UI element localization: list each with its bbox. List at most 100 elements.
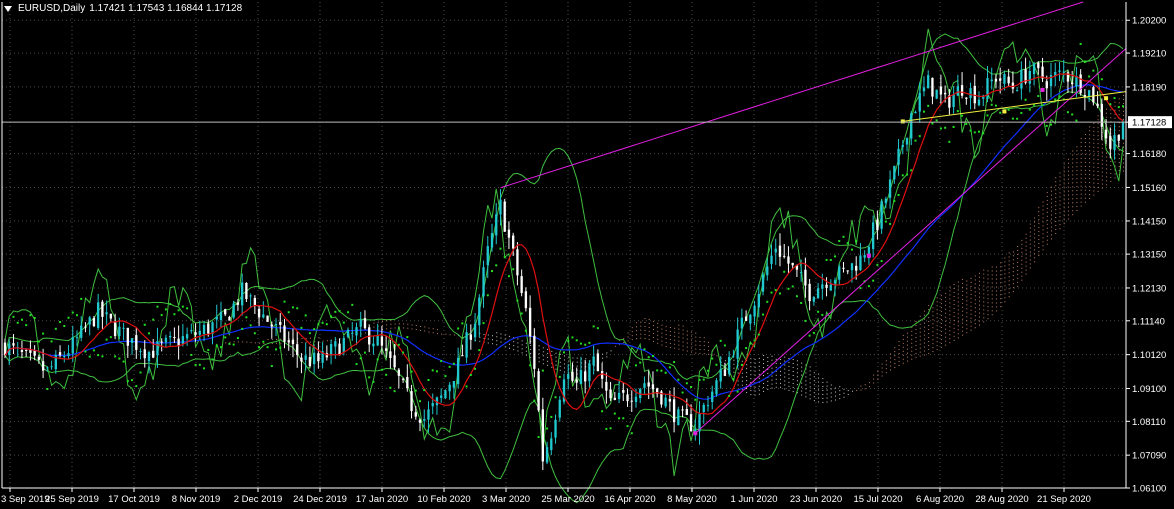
cloud-dot — [1034, 221, 1036, 223]
cloud-dot — [445, 333, 447, 335]
cloud-dot — [1055, 181, 1057, 183]
date-tick-label: 2 Dec 2019 — [234, 494, 283, 505]
cloud-dot — [652, 325, 654, 327]
cloud-dot — [1059, 172, 1061, 174]
cloud-dot — [1110, 172, 1112, 174]
sar-dot — [1037, 95, 1040, 98]
cloud-dot — [1042, 241, 1044, 243]
cloud-dot — [767, 384, 769, 386]
sar-dot — [397, 343, 400, 346]
cloud-dot — [250, 341, 252, 343]
candle-body — [160, 341, 163, 343]
sar-dot — [317, 323, 320, 326]
candle-body — [126, 327, 129, 346]
sar-dot — [219, 346, 222, 349]
cloud-dot — [390, 323, 392, 325]
cloud-dot — [1097, 186, 1099, 188]
cloud-dot — [949, 338, 951, 340]
triangle-down-icon[interactable] — [4, 5, 12, 12]
cloud-dot — [1059, 192, 1061, 194]
candle-body — [740, 317, 744, 329]
cloud-dot — [805, 388, 807, 390]
cloud-dot — [695, 340, 697, 342]
cloud-dot — [631, 331, 633, 333]
cloud-dot — [957, 301, 959, 303]
cloud-dot — [822, 390, 824, 392]
cloud-dot — [657, 330, 659, 332]
cloud-dot — [669, 346, 671, 348]
cloud-dot — [1084, 165, 1086, 167]
cloud-dot — [945, 344, 947, 346]
cloud-dot — [991, 270, 993, 272]
cloud-dot — [1029, 243, 1031, 245]
cloud-dot — [1012, 287, 1014, 289]
candle-body — [808, 283, 811, 302]
cloud-dot — [1072, 190, 1074, 192]
cloud-dot — [1067, 198, 1069, 200]
candle-body — [109, 313, 113, 319]
sar-dot — [461, 322, 464, 325]
cloud-dot — [1097, 174, 1099, 176]
cloud-dot — [792, 382, 794, 384]
cloud-dot — [1055, 217, 1057, 219]
candle-body — [622, 389, 625, 393]
cloud-dot — [305, 337, 307, 339]
date-tick-label: 28 Aug 2020 — [975, 494, 1028, 505]
sar-dot — [236, 337, 239, 340]
cloud-dot — [911, 358, 913, 360]
cloud-dot — [1059, 216, 1061, 218]
candle-body — [1092, 87, 1095, 103]
sar-dot — [1028, 108, 1031, 111]
cloud-dot — [407, 323, 409, 325]
price-chart[interactable]: 1.202001.192101.181901.171281.161801.151… — [0, 0, 1174, 509]
cloud-dot — [966, 308, 968, 310]
sar-dot — [92, 349, 95, 352]
cloud-dot — [707, 353, 709, 355]
sar-dot — [1109, 103, 1112, 106]
sar-dot — [147, 332, 150, 335]
cloud-dot — [1097, 155, 1099, 157]
bollinger-upper-band — [4, 33, 1124, 381]
cloud-dot — [995, 286, 997, 288]
cloud-dot — [1055, 177, 1057, 179]
cloud-dot — [267, 339, 269, 341]
chart-window[interactable]: 1.20200 1.19210 1.18190 1.17128 1.16180 1.151… — [0, 0, 1174, 509]
sar-dot — [1007, 108, 1010, 111]
sar-dot — [304, 314, 307, 317]
cloud-dot — [949, 322, 951, 324]
cloud-dot — [1017, 257, 1019, 259]
candle-body — [363, 318, 367, 329]
cloud-dot — [784, 372, 786, 374]
candle-body — [600, 370, 604, 379]
cloud-dot — [703, 353, 705, 355]
candle-body — [626, 394, 629, 402]
cloud-dot — [750, 358, 752, 360]
cloud-dot — [767, 357, 769, 359]
cloud-dot — [983, 289, 985, 291]
cloud-dot — [411, 328, 413, 330]
cloud-dot — [750, 378, 752, 380]
cloud-dot — [949, 334, 951, 336]
sar-dot — [334, 310, 337, 313]
candle-body — [787, 256, 790, 264]
cloud-dot — [813, 396, 815, 398]
cloud-dot — [779, 378, 781, 380]
cloud-dot — [301, 338, 303, 340]
cloud-dot — [699, 344, 701, 346]
cloud-dot — [860, 389, 862, 391]
cloud-dot — [801, 386, 803, 388]
candle-body — [723, 369, 727, 376]
sar-dot — [808, 334, 811, 337]
cloud-dot — [1055, 232, 1057, 234]
cloud-dot — [1093, 166, 1095, 168]
cloud-dot — [1106, 184, 1108, 186]
candle-body — [185, 334, 189, 339]
cloud-dot — [1089, 182, 1091, 184]
candle-body — [630, 400, 633, 402]
cloud-dot — [661, 328, 663, 330]
cloud-dot — [957, 333, 959, 335]
cloud-dot — [919, 343, 921, 345]
cloud-dot — [1076, 201, 1078, 203]
sar-dot — [33, 317, 36, 320]
cloud-dot — [991, 302, 993, 304]
